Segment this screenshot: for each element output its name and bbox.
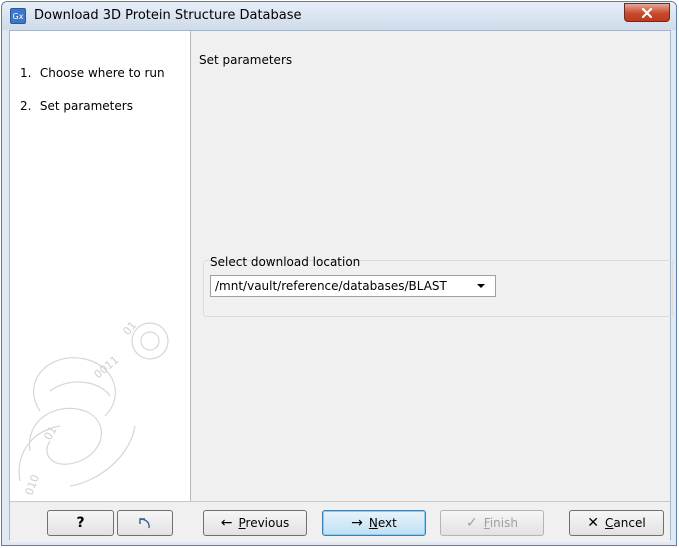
parameters-panel: Set parameters Select download location … <box>191 31 673 501</box>
dialog-window: Gx Download 3D Protein Structure Databas… <box>1 1 677 546</box>
previous-button[interactable]: ← Previous <box>203 510 307 536</box>
next-button[interactable]: → Next <box>322 510 426 536</box>
arrow-right-icon: → <box>351 515 363 531</box>
step-item-set-parameters[interactable]: 2. Set parameters <box>20 99 133 113</box>
download-location-label: Select download location <box>210 255 361 269</box>
step-number: 1. <box>20 66 32 80</box>
window-title: Download 3D Protein Structure Database <box>34 8 302 23</box>
svg-text:01: 01 <box>120 319 139 338</box>
arrow-left-icon: ← <box>220 515 233 531</box>
cancel-label: Cancel <box>605 516 646 530</box>
close-icon <box>641 7 653 19</box>
finish-label: Finish <box>483 516 518 530</box>
finish-button[interactable]: ✓ Finish <box>440 510 544 536</box>
chevron-down-icon[interactable] <box>477 284 485 288</box>
download-location-group: Select download location /mnt/vault/refe… <box>203 255 673 317</box>
button-bar: ? ← Previous → Next ✓ Finish ✕ Cancel <box>10 501 670 542</box>
svg-text:010: 010 <box>23 473 42 497</box>
close-button[interactable] <box>624 3 670 22</box>
title-bar[interactable]: Gx Download 3D Protein Structure Databas… <box>2 2 676 30</box>
help-button[interactable]: ? <box>47 510 114 536</box>
reset-defaults-button[interactable] <box>117 510 173 536</box>
step-label: Choose where to run <box>39 66 165 80</box>
cross-icon: ✕ <box>587 515 600 531</box>
section-title: Set parameters <box>199 53 293 67</box>
checkmark-icon: ✓ <box>466 515 478 531</box>
decorative-swirl-graphic: 0011 01 010 01 <box>18 319 169 497</box>
reset-arrow-icon <box>139 518 150 529</box>
dialog-body: 1. Choose where to run 2. Set parameters <box>9 30 673 542</box>
steps-panel: 1. Choose where to run 2. Set parameters <box>10 31 191 501</box>
previous-label: Previous <box>238 516 290 530</box>
help-label: ? <box>76 515 85 531</box>
next-label: Next <box>368 516 397 530</box>
step-label: Set parameters <box>39 99 133 113</box>
svg-text:0011: 0011 <box>92 353 122 381</box>
selected-location-value: /mnt/vault/reference/databases/BLAST <box>215 279 447 293</box>
step-number: 2. <box>20 99 32 113</box>
cancel-button[interactable]: ✕ Cancel <box>569 510 664 536</box>
step-item-choose-where-to-run[interactable]: 1. Choose where to run <box>20 66 165 80</box>
download-location-select[interactable]: /mnt/vault/reference/databases/BLAST <box>210 275 496 297</box>
app-icon: Gx <box>10 8 26 24</box>
